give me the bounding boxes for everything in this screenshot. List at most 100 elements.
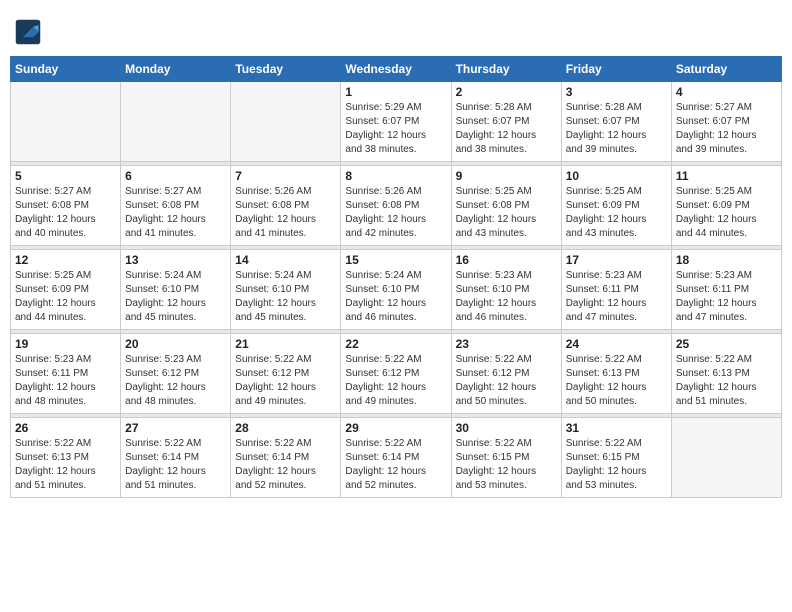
- calendar-week-row: 1 Sunrise: 5:29 AM Sunset: 6:07 PM Daylig…: [11, 82, 782, 162]
- day-number: 13: [125, 253, 226, 267]
- calendar-cell: 15 Sunrise: 5:24 AM Sunset: 6:10 PM Dayli…: [341, 250, 451, 330]
- day-info: Sunrise: 5:22 AM Sunset: 6:14 PM Dayligh…: [345, 437, 446, 493]
- calendar-cell: 27 Sunrise: 5:22 AM Sunset: 6:14 PM Dayli…: [121, 418, 231, 498]
- calendar-cell: 20 Sunrise: 5:23 AM Sunset: 6:12 PM Dayli…: [121, 334, 231, 414]
- day-number: 8: [345, 169, 446, 183]
- calendar-cell: 24 Sunrise: 5:22 AM Sunset: 6:13 PM Dayli…: [561, 334, 671, 414]
- day-number: 5: [15, 169, 116, 183]
- calendar-cell: 1 Sunrise: 5:29 AM Sunset: 6:07 PM Daylig…: [341, 82, 451, 162]
- calendar-cell: 13 Sunrise: 5:24 AM Sunset: 6:10 PM Dayli…: [121, 250, 231, 330]
- day-number: 25: [676, 337, 777, 351]
- day-info: Sunrise: 5:28 AM Sunset: 6:07 PM Dayligh…: [566, 101, 667, 157]
- weekday-header-thursday: Thursday: [451, 57, 561, 82]
- calendar-week-row: 19 Sunrise: 5:23 AM Sunset: 6:11 PM Dayli…: [11, 334, 782, 414]
- calendar-cell: 29 Sunrise: 5:22 AM Sunset: 6:14 PM Dayli…: [341, 418, 451, 498]
- calendar-table: SundayMondayTuesdayWednesdayThursdayFrid…: [10, 56, 782, 498]
- calendar-cell: 9 Sunrise: 5:25 AM Sunset: 6:08 PM Daylig…: [451, 166, 561, 246]
- calendar-cell: 3 Sunrise: 5:28 AM Sunset: 6:07 PM Daylig…: [561, 82, 671, 162]
- day-info: Sunrise: 5:23 AM Sunset: 6:12 PM Dayligh…: [125, 353, 226, 409]
- calendar-cell: 22 Sunrise: 5:22 AM Sunset: 6:12 PM Dayli…: [341, 334, 451, 414]
- calendar-cell: 12 Sunrise: 5:25 AM Sunset: 6:09 PM Dayli…: [11, 250, 121, 330]
- weekday-header-row: SundayMondayTuesdayWednesdayThursdayFrid…: [11, 57, 782, 82]
- day-info: Sunrise: 5:22 AM Sunset: 6:14 PM Dayligh…: [125, 437, 226, 493]
- calendar-cell: 16 Sunrise: 5:23 AM Sunset: 6:10 PM Dayli…: [451, 250, 561, 330]
- day-number: 30: [456, 421, 557, 435]
- day-number: 19: [15, 337, 116, 351]
- calendar-week-row: 5 Sunrise: 5:27 AM Sunset: 6:08 PM Daylig…: [11, 166, 782, 246]
- day-info: Sunrise: 5:22 AM Sunset: 6:12 PM Dayligh…: [456, 353, 557, 409]
- day-number: 3: [566, 85, 667, 99]
- day-info: Sunrise: 5:22 AM Sunset: 6:15 PM Dayligh…: [456, 437, 557, 493]
- day-info: Sunrise: 5:26 AM Sunset: 6:08 PM Dayligh…: [235, 185, 336, 241]
- calendar-cell: [121, 82, 231, 162]
- day-number: 29: [345, 421, 446, 435]
- day-number: 15: [345, 253, 446, 267]
- calendar-cell: 14 Sunrise: 5:24 AM Sunset: 6:10 PM Dayli…: [231, 250, 341, 330]
- weekday-header-wednesday: Wednesday: [341, 57, 451, 82]
- day-number: 12: [15, 253, 116, 267]
- calendar-cell: [671, 418, 781, 498]
- day-info: Sunrise: 5:24 AM Sunset: 6:10 PM Dayligh…: [345, 269, 446, 325]
- day-info: Sunrise: 5:22 AM Sunset: 6:12 PM Dayligh…: [345, 353, 446, 409]
- weekday-header-tuesday: Tuesday: [231, 57, 341, 82]
- day-info: Sunrise: 5:25 AM Sunset: 6:08 PM Dayligh…: [456, 185, 557, 241]
- day-info: Sunrise: 5:22 AM Sunset: 6:13 PM Dayligh…: [15, 437, 116, 493]
- calendar-cell: [231, 82, 341, 162]
- calendar-cell: 25 Sunrise: 5:22 AM Sunset: 6:13 PM Dayli…: [671, 334, 781, 414]
- calendar-cell: 30 Sunrise: 5:22 AM Sunset: 6:15 PM Dayli…: [451, 418, 561, 498]
- day-number: 23: [456, 337, 557, 351]
- calendar-cell: 21Sunrise: 5:22 AM Sunset: 6:12 PM Dayli…: [231, 334, 341, 414]
- day-number: 28: [235, 421, 336, 435]
- calendar-cell: 6 Sunrise: 5:27 AM Sunset: 6:08 PM Daylig…: [121, 166, 231, 246]
- day-number: 4: [676, 85, 777, 99]
- day-number: 24: [566, 337, 667, 351]
- day-number: 20: [125, 337, 226, 351]
- day-info: Sunrise: 5:29 AM Sunset: 6:07 PM Dayligh…: [345, 101, 446, 157]
- day-info: Sunrise: 5:23 AM Sunset: 6:11 PM Dayligh…: [676, 269, 777, 325]
- day-info: Sunrise: 5:22 AM Sunset: 6:13 PM Dayligh…: [676, 353, 777, 409]
- day-number: 1: [345, 85, 446, 99]
- calendar-cell: 11Sunrise: 5:25 AM Sunset: 6:09 PM Dayli…: [671, 166, 781, 246]
- calendar-cell: 17Sunrise: 5:23 AM Sunset: 6:11 PM Dayli…: [561, 250, 671, 330]
- weekday-header-monday: Monday: [121, 57, 231, 82]
- calendar-cell: 4 Sunrise: 5:27 AM Sunset: 6:07 PM Daylig…: [671, 82, 781, 162]
- calendar-cell: [11, 82, 121, 162]
- calendar-cell: 8 Sunrise: 5:26 AM Sunset: 6:08 PM Daylig…: [341, 166, 451, 246]
- day-info: Sunrise: 5:27 AM Sunset: 6:07 PM Dayligh…: [676, 101, 777, 157]
- calendar-cell: 31Sunrise: 5:22 AM Sunset: 6:15 PM Dayli…: [561, 418, 671, 498]
- page-header: [10, 10, 782, 50]
- weekday-header-friday: Friday: [561, 57, 671, 82]
- calendar-cell: 18 Sunrise: 5:23 AM Sunset: 6:11 PM Dayli…: [671, 250, 781, 330]
- calendar-cell: 19 Sunrise: 5:23 AM Sunset: 6:11 PM Dayli…: [11, 334, 121, 414]
- day-info: Sunrise: 5:25 AM Sunset: 6:09 PM Dayligh…: [566, 185, 667, 241]
- day-number: 6: [125, 169, 226, 183]
- day-info: Sunrise: 5:23 AM Sunset: 6:10 PM Dayligh…: [456, 269, 557, 325]
- day-number: 2: [456, 85, 557, 99]
- day-number: 22: [345, 337, 446, 351]
- calendar-cell: 28 Sunrise: 5:22 AM Sunset: 6:14 PM Dayli…: [231, 418, 341, 498]
- day-number: 7: [235, 169, 336, 183]
- calendar-cell: 5Sunrise: 5:27 AM Sunset: 6:08 PM Daylig…: [11, 166, 121, 246]
- calendar-cell: 26Sunrise: 5:22 AM Sunset: 6:13 PM Dayli…: [11, 418, 121, 498]
- day-info: Sunrise: 5:22 AM Sunset: 6:12 PM Dayligh…: [235, 353, 336, 409]
- day-info: Sunrise: 5:23 AM Sunset: 6:11 PM Dayligh…: [15, 353, 116, 409]
- weekday-header-sunday: Sunday: [11, 57, 121, 82]
- day-info: Sunrise: 5:26 AM Sunset: 6:08 PM Dayligh…: [345, 185, 446, 241]
- day-info: Sunrise: 5:24 AM Sunset: 6:10 PM Dayligh…: [125, 269, 226, 325]
- day-number: 27: [125, 421, 226, 435]
- day-info: Sunrise: 5:27 AM Sunset: 6:08 PM Dayligh…: [125, 185, 226, 241]
- day-info: Sunrise: 5:22 AM Sunset: 6:15 PM Dayligh…: [566, 437, 667, 493]
- day-info: Sunrise: 5:24 AM Sunset: 6:10 PM Dayligh…: [235, 269, 336, 325]
- day-number: 9: [456, 169, 557, 183]
- day-info: Sunrise: 5:28 AM Sunset: 6:07 PM Dayligh…: [456, 101, 557, 157]
- day-number: 11: [676, 169, 777, 183]
- day-number: 18: [676, 253, 777, 267]
- day-info: Sunrise: 5:22 AM Sunset: 6:14 PM Dayligh…: [235, 437, 336, 493]
- logo: [14, 18, 46, 46]
- day-number: 14: [235, 253, 336, 267]
- weekday-header-saturday: Saturday: [671, 57, 781, 82]
- day-info: Sunrise: 5:22 AM Sunset: 6:13 PM Dayligh…: [566, 353, 667, 409]
- day-number: 16: [456, 253, 557, 267]
- day-info: Sunrise: 5:25 AM Sunset: 6:09 PM Dayligh…: [15, 269, 116, 325]
- logo-icon: [14, 18, 42, 46]
